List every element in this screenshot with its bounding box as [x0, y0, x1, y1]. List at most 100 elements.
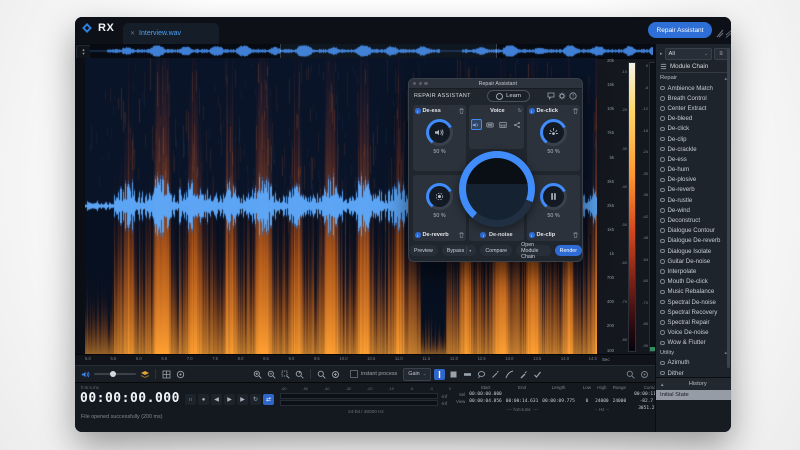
forward-button[interactable]: ▶ — [237, 394, 248, 405]
sidebar-item-de-ess[interactable]: De-ess — [660, 154, 728, 164]
module-chain-item[interactable]: Module Chain — [660, 60, 728, 73]
voice-refresh-icon[interactable]: ↻ — [518, 108, 522, 114]
frequency-selection-tool[interactable] — [462, 369, 473, 380]
grab-tool-icon[interactable] — [330, 369, 341, 380]
layout-icon[interactable] — [725, 25, 731, 35]
time-frequency-selection-tool[interactable] — [448, 369, 459, 380]
time-format-selector[interactable]: h:m:s.ms — [81, 385, 99, 390]
spectrogram-settings-icon[interactable] — [175, 369, 186, 380]
module-filter-dropdown[interactable]: All ⌄ — [665, 48, 712, 60]
sidebar-item-deconstruct[interactable]: Deconstruct — [660, 215, 728, 225]
grid-view-icon[interactable] — [161, 369, 172, 380]
amplitude-colorbar[interactable] — [628, 62, 636, 352]
history-collapse-icon[interactable]: ▲ — [660, 382, 664, 387]
time-selection-tool[interactable] — [434, 369, 445, 380]
tab-close-icon[interactable]: ✕ — [130, 30, 135, 37]
sidebar-item-guitar-de-noise[interactable]: Guitar De-noise — [660, 256, 728, 266]
sidebar-item-de-click[interactable]: De-click — [660, 124, 728, 134]
sidebar-item-de-clip[interactable]: De-clip — [660, 134, 728, 144]
sidebar-item-mouth-de-click[interactable]: Mouth De-click — [660, 277, 728, 287]
bypass-caret-icon[interactable]: ▾ — [469, 248, 471, 253]
repair-section-header[interactable]: Repair ▲ — [660, 73, 728, 83]
zoom-out-icon[interactable] — [266, 369, 277, 380]
de-reverb-info-icon[interactable]: i — [415, 232, 421, 238]
sidebar-item-music-rebalance[interactable]: Music Rebalance — [660, 287, 728, 297]
sidebar-item-dialogue-isolate[interactable]: Dialogue Isolate — [660, 246, 728, 256]
record-button[interactable]: ● — [198, 394, 209, 405]
other-type-icon[interactable] — [511, 119, 522, 130]
de-ess-info-icon[interactable]: i — [415, 108, 421, 114]
close-window-icon[interactable] — [413, 82, 416, 85]
play-button[interactable]: ▶ — [224, 394, 235, 405]
magnifier-tool-icon[interactable] — [316, 369, 327, 380]
sidebar-item-wow-flutter[interactable]: Wow & Flutter — [660, 338, 728, 348]
overview-down-icon[interactable]: ▼ — [82, 52, 86, 56]
monitor-button[interactable]: ∩ — [185, 394, 196, 405]
rewind-button[interactable]: ◀ — [211, 394, 222, 405]
sidebar-item-dialogue-de-reverb[interactable]: Dialogue De-reverb — [660, 236, 728, 246]
monitor-volume-slider[interactable] — [94, 369, 136, 380]
de-reverb-knob[interactable] — [426, 183, 453, 210]
confirm-selection-icon[interactable] — [532, 369, 543, 380]
bypass-button[interactable]: Bypass ▾ — [442, 245, 476, 256]
instant-process-checkbox[interactable]: instant process — [350, 370, 397, 378]
feedback-icon[interactable] — [546, 92, 555, 101]
sidebar-item-dialogue-contour[interactable]: Dialogue Contour — [660, 226, 728, 236]
settings-gear-icon[interactable] — [557, 92, 566, 101]
open-module-chain-button[interactable]: Open Module Chain — [516, 245, 551, 256]
history-entry-initial-state[interactable]: Initial State — [656, 390, 731, 400]
sidebar-scrollbar[interactable] — [727, 48, 730, 368]
file-tab[interactable]: ✕ Interview.wav — [123, 23, 219, 44]
minimize-window-icon[interactable] — [419, 82, 422, 85]
more-options-icon[interactable] — [639, 369, 650, 380]
de-noise-info-icon[interactable]: i — [480, 232, 486, 238]
de-click-info-icon[interactable]: i — [529, 108, 535, 114]
magic-wand-tool[interactable] — [490, 369, 501, 380]
repair-assistant-button[interactable]: Repair Assistant — [648, 22, 712, 38]
de-clip-delete-icon[interactable] — [573, 232, 578, 238]
zoom-in-icon[interactable] — [252, 369, 263, 380]
render-button[interactable]: Render — [555, 245, 582, 256]
loop-button[interactable]: ↻ — [250, 394, 261, 405]
workspace-icon[interactable] — [716, 25, 725, 35]
de-clip-info-icon[interactable]: i — [529, 232, 535, 238]
preview-button[interactable]: Preview — [409, 245, 438, 256]
music-type-icon[interactable] — [498, 119, 509, 130]
sidebar-item-interpolate[interactable]: Interpolate — [660, 266, 728, 276]
voice-type-icon[interactable] — [471, 119, 482, 130]
sidebar-item-center-extract[interactable]: Center Extract — [660, 103, 728, 113]
de-reverb-delete-icon[interactable] — [459, 232, 464, 238]
monitor-volume-icon[interactable] — [80, 369, 91, 380]
de-ess-delete-icon[interactable] — [459, 108, 464, 114]
process-module-dropdown[interactable]: Gain ⌄ — [403, 368, 431, 381]
sidebar-item-de-reverb[interactable]: De-reverb — [660, 185, 728, 195]
de-ess-knob[interactable] — [426, 119, 453, 146]
sidebar-item-de-crackle[interactable]: De-crackle — [660, 144, 728, 154]
help-icon[interactable]: ? — [568, 92, 577, 101]
zoom-selection-icon[interactable] — [280, 369, 291, 380]
sidebar-item-de-wind[interactable]: De-wind — [660, 205, 728, 215]
learn-button[interactable]: Learn — [487, 90, 530, 102]
sidebar-item-spectral-repair[interactable]: Spectral Repair — [660, 317, 728, 327]
sidebar-item-breath-control[interactable]: Breath Control — [660, 93, 728, 103]
overview-strip[interactable]: ▲ ▼ — [75, 44, 655, 59]
sidebar-item-ambience-match[interactable]: Ambience Match — [660, 83, 728, 93]
master-amount-knob[interactable] — [459, 151, 535, 227]
de-clip-knob[interactable] — [540, 183, 567, 210]
zoom-reset-icon[interactable] — [294, 369, 305, 380]
overview-view-region[interactable] — [280, 44, 497, 58]
filter-collapse-icon[interactable]: ▸ — [660, 51, 663, 57]
sidebar-item-de-hum[interactable]: De-hum — [660, 165, 728, 175]
sidebar-item-spectral-de-noise[interactable]: Spectral De-noise — [660, 297, 728, 307]
sidebar-item-voice-de-noise[interactable]: Voice De-noise — [660, 328, 728, 338]
sidebar-item-de-rustle[interactable]: De-rustle — [660, 195, 728, 205]
utility-section-header[interactable]: Utility ▲ — [660, 348, 728, 358]
module-list-menu-button[interactable]: ≡ — [714, 48, 728, 60]
dialog-titlebar[interactable]: Repair Assistant — [409, 79, 582, 89]
sidebar-item-spectral-recovery[interactable]: Spectral Recovery — [660, 307, 728, 317]
sidebar-item-azimuth[interactable]: Azimuth — [660, 358, 728, 368]
sidebar-item-de-bleed[interactable]: De-bleed — [660, 114, 728, 124]
zoom-tool[interactable] — [504, 369, 515, 380]
de-click-delete-icon[interactable] — [573, 108, 578, 114]
overview-zoom-widget[interactable]: ▲ ▼ — [76, 45, 91, 59]
